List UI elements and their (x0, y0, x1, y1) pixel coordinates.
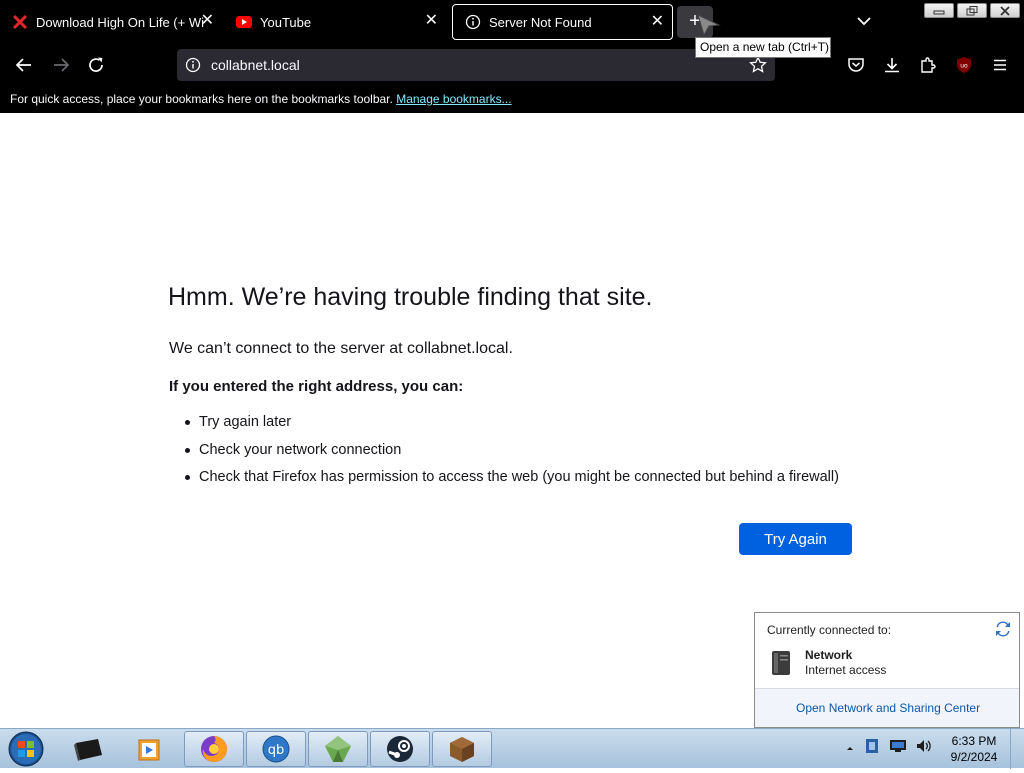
refresh-networks-icon[interactable] (995, 621, 1011, 637)
reload-icon[interactable] (85, 54, 107, 76)
clock-time: 6:33 PM (951, 734, 997, 748)
taskbar-firefox-icon[interactable] (184, 731, 244, 767)
new-tab-tooltip: Open a new tab (Ctrl+T) (695, 37, 831, 58)
tab-title: Download High On Life (+ Windows (36, 14, 204, 30)
svg-text:uo: uo (960, 63, 968, 70)
taskbar-media-player-icon[interactable] (120, 731, 180, 767)
bookmarks-toolbar: For quick access, place your bookmarks h… (0, 86, 1024, 113)
taskbar-monitor-app-icon[interactable] (58, 731, 118, 767)
error-title: Hmm. We’re having trouble finding that s… (168, 283, 653, 311)
network-tray-icon[interactable] (889, 738, 907, 759)
pocket-icon[interactable] (845, 54, 867, 76)
close-tab-icon[interactable]: ✕ (201, 13, 214, 29)
network-status: Internet access (805, 663, 887, 677)
site-info-icon[interactable] (185, 57, 201, 78)
forward-arrow-icon[interactable] (50, 54, 72, 76)
taskbar-steam-icon[interactable] (370, 731, 430, 767)
tab-high-on-life[interactable]: Download High On Life (+ Windows ✕ (0, 4, 222, 40)
close-tab-icon[interactable]: ✕ (425, 13, 438, 29)
network-status-popup: Currently connected to: Network Internet… (754, 612, 1020, 728)
clock-date: 9/2/2024 (950, 750, 998, 764)
tray-app-icon[interactable] (863, 737, 881, 760)
taskbar-minecraft-block-icon[interactable] (432, 731, 492, 767)
restore-button[interactable] (957, 3, 987, 18)
tab-server-not-found[interactable]: Server Not Found ✕ (452, 4, 673, 40)
taskbar-qbittorrent-icon[interactable]: qb (246, 731, 306, 767)
back-arrow-icon[interactable] (13, 54, 35, 76)
close-window-button[interactable] (990, 3, 1020, 18)
downloads-icon[interactable] (881, 54, 903, 76)
start-button-windows-icon[interactable] (6, 730, 46, 768)
network-popup-footer: Open Network and Sharing Center (755, 688, 1019, 727)
list-all-tabs-chevron-down-icon[interactable] (855, 12, 873, 30)
youtube-icon (236, 14, 252, 30)
system-tray (845, 737, 933, 760)
mouse-cursor-icon (697, 14, 721, 36)
bookmark-star-icon[interactable] (749, 55, 767, 79)
volume-tray-icon[interactable] (915, 738, 933, 759)
network-popup-header: Currently connected to: (767, 623, 892, 637)
list-item: Check that Firefox has permission to acc… (185, 466, 839, 494)
url-text[interactable]: collabnet.local (211, 57, 300, 73)
ublock-origin-icon[interactable]: uo (953, 54, 975, 76)
info-icon (465, 14, 481, 30)
system-clock[interactable]: 6:33 PM 9/2/2024 (944, 733, 1004, 765)
error-subheading: If you entered the right address, you ca… (169, 378, 464, 395)
try-again-button[interactable]: Try Again (739, 523, 852, 555)
manage-bookmarks-link[interactable]: Manage bookmarks... (396, 92, 511, 106)
tab-bar: Download High On Life (+ Windows ✕ YouTu… (0, 0, 1024, 44)
network-name: Network (805, 648, 853, 662)
window-controls (924, 3, 1020, 18)
bookmarks-hint-text: For quick access, place your bookmarks h… (10, 92, 393, 106)
minimize-button[interactable] (924, 3, 954, 18)
open-network-sharing-center-link[interactable]: Open Network and Sharing Center (796, 701, 980, 715)
show-desktop-button[interactable] (1010, 729, 1024, 769)
navigation-toolbar: collabnet.local uo (0, 44, 1024, 86)
x-logo-icon (12, 14, 28, 30)
hamburger-menu-icon[interactable] (989, 54, 1011, 76)
network-server-icon (769, 649, 793, 677)
list-item: Check your network connection (185, 439, 839, 467)
tab-title: YouTube (260, 14, 312, 30)
tab-youtube[interactable]: YouTube ✕ (224, 4, 446, 40)
suggestion-list: Try again later Check your network conne… (185, 411, 839, 494)
windows-taskbar: qb 6:33 PM 9/2/2024 (0, 728, 1024, 769)
taskbar-minecraft-launcher-icon[interactable] (308, 731, 368, 767)
tab-title: Server Not Found (489, 14, 592, 30)
svg-text:qb: qb (268, 743, 285, 758)
show-hidden-icons-chevron-up-icon[interactable] (845, 740, 855, 758)
close-tab-icon[interactable]: ✕ (651, 14, 664, 30)
list-item: Try again later (185, 411, 839, 439)
address-bar[interactable]: collabnet.local (177, 49, 775, 81)
error-short-description: We can’t connect to the server at collab… (169, 340, 513, 357)
extensions-puzzle-icon[interactable] (917, 54, 939, 76)
